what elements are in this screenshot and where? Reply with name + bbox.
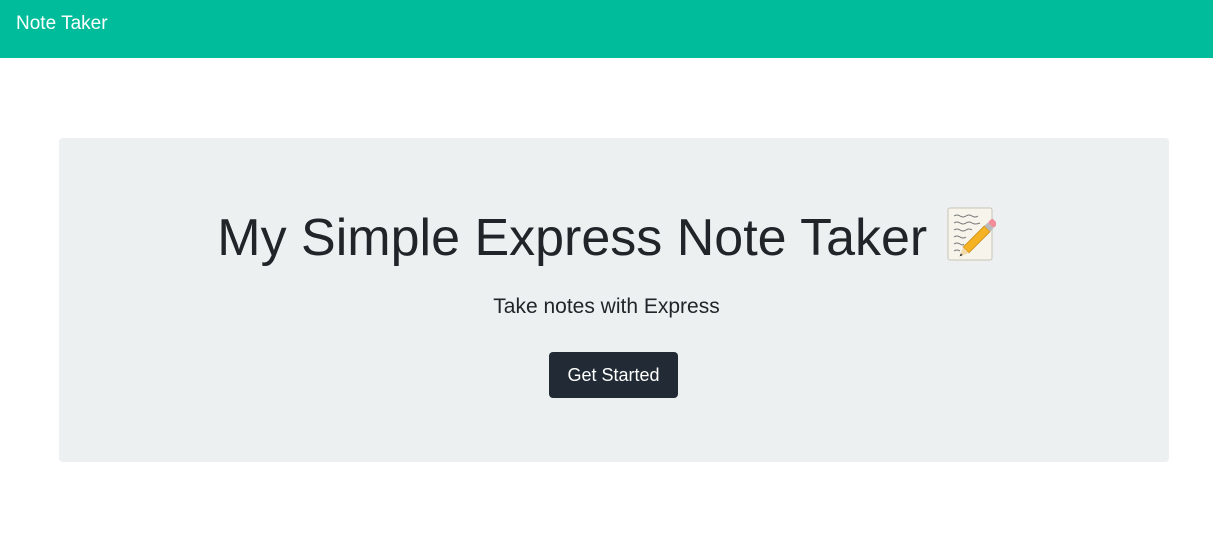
memo-pencil-icon [946,206,997,262]
navbar-brand-link[interactable]: Note Taker [16,12,108,36]
navbar: Note Taker [0,0,1213,58]
hero-title-row: My Simple Express Note Taker [0,198,1213,278]
get-started-button[interactable]: Get Started [549,352,678,398]
page-title: My Simple Express Note Taker [217,209,928,267]
hero-subtitle: Take notes with Express [493,295,720,318]
